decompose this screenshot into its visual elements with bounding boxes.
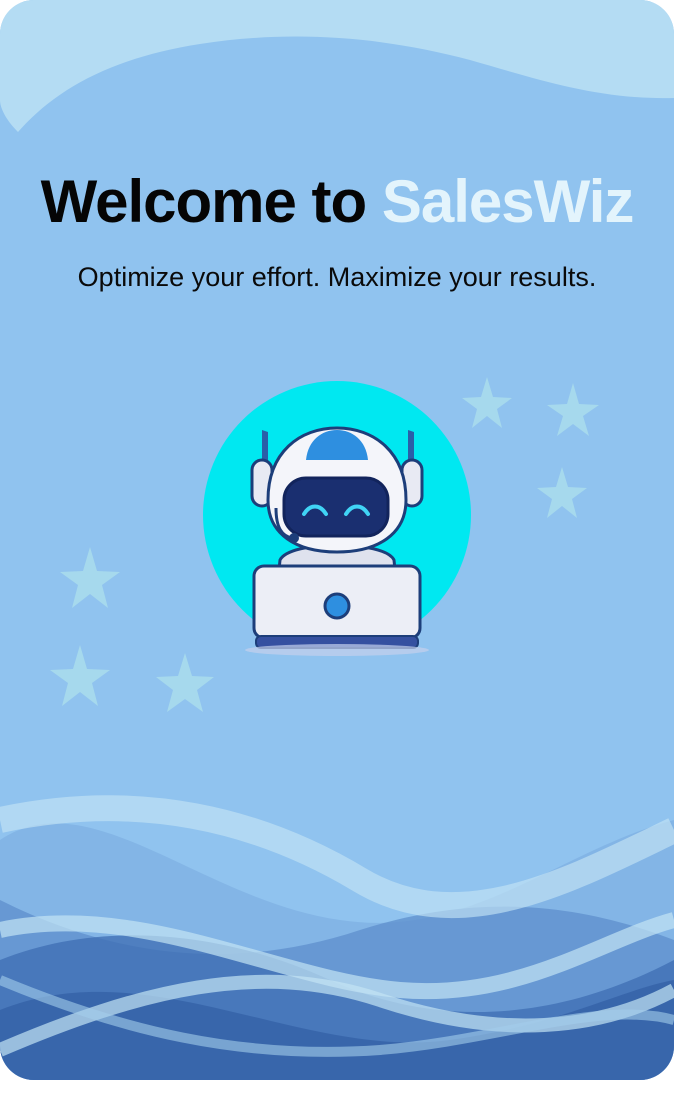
bottom-wave-decoration — [0, 795, 674, 1080]
top-wave-decoration — [0, 0, 674, 132]
welcome-title-prefix: Welcome to — [40, 168, 382, 235]
robot-laptop-icon — [203, 381, 471, 656]
welcome-screen: Welcome to SalesWiz Optimize your effort… — [0, 0, 674, 1080]
welcome-title: Welcome to SalesWiz — [0, 166, 674, 238]
sparkle-star-icon — [537, 467, 587, 518]
brand-name: SalesWiz — [381, 168, 635, 235]
sparkle-star-icon — [50, 645, 110, 706]
sparkle-star-icon — [60, 547, 120, 608]
tagline: Optimize your effort. Maximize your resu… — [77, 262, 597, 292]
sparkle-star-icon — [547, 383, 599, 436]
